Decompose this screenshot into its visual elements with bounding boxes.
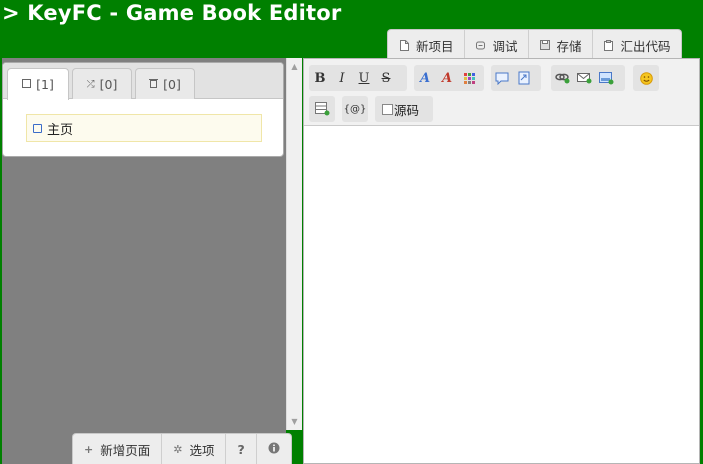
debug-button[interactable]: 调试 <box>465 30 529 60</box>
underline-button[interactable]: U <box>353 65 375 91</box>
text-color-button[interactable]: A <box>414 65 436 91</box>
tab-trash[interactable]: [0] <box>135 68 195 99</box>
strikethrough-button[interactable]: S <box>375 65 397 91</box>
page-icon <box>33 123 42 133</box>
scroll-up-arrow-icon[interactable]: ▲ <box>287 59 302 74</box>
left-panel: [1] ⤮ [0] [0] 主页 + 新增页面 ✲ 选项 ? <box>2 58 292 464</box>
export-code-button[interactable]: 汇出代码 <box>593 30 681 60</box>
editor: B I U S A A {@} 源码 <box>303 58 700 464</box>
tab-links-label: [0] <box>99 76 118 92</box>
scroll-down-arrow-icon[interactable]: ▼ <box>287 414 302 429</box>
chain-link-icon <box>554 73 569 84</box>
save-icon <box>539 39 551 51</box>
page-item-label: 主页 <box>47 122 74 138</box>
tab-pages[interactable]: [1] <box>7 68 69 100</box>
save-button[interactable]: 存储 <box>529 30 593 60</box>
bold-button[interactable]: B <box>309 65 331 91</box>
bottom-toolbar: + 新增页面 ✲ 选项 ? <box>72 433 292 464</box>
emoji-button[interactable] <box>633 65 659 91</box>
info-icon <box>268 442 280 457</box>
table-add-icon <box>314 102 329 116</box>
insert-group-2 <box>551 65 625 91</box>
page-tabs: [1] ⤮ [0] [0] <box>3 63 283 100</box>
top-toolbar: 新项目 调试 存储 汇出代码 <box>387 29 682 60</box>
debug-icon <box>475 39 487 51</box>
page-item-home[interactable]: 主页 <box>26 114 262 142</box>
comment-button[interactable] <box>491 65 513 91</box>
plus-icon: + <box>84 442 94 456</box>
app-title: > KeyFC - Game Book Editor <box>2 1 342 25</box>
insert-image-button[interactable] <box>595 65 617 91</box>
color-palette-button[interactable] <box>458 65 480 91</box>
options-button[interactable]: ✲ 选项 <box>162 434 227 464</box>
text-color-icon: A <box>419 70 431 86</box>
left-scrollbar[interactable]: ▲ ▼ <box>286 58 302 430</box>
envelope-icon <box>576 73 591 84</box>
editor-content-area[interactable] <box>304 126 699 463</box>
add-page-button[interactable]: + 新增页面 <box>73 434 163 464</box>
format-group: B I U S <box>309 65 407 91</box>
debug-label: 调试 <box>492 38 518 54</box>
shuffle-icon: ⤮ <box>86 78 95 90</box>
help-button[interactable]: ? <box>226 434 257 464</box>
page-icon <box>22 78 32 91</box>
image-icon <box>598 71 613 84</box>
new-project-label: 新项目 <box>416 38 454 54</box>
link-page-icon <box>518 71 530 85</box>
smiley-icon <box>639 71 653 85</box>
source-label: 源码 <box>394 102 420 118</box>
tab-pages-label: [1] <box>36 77 54 92</box>
clipboard-icon <box>603 39 615 51</box>
help-icon: ? <box>237 441 245 457</box>
source-group: 源码 <box>375 96 433 122</box>
tab-links[interactable]: ⤮ [0] <box>72 68 132 99</box>
add-page-label: 新增页面 <box>100 442 151 458</box>
insert-group-1 <box>491 65 541 91</box>
font-style-button[interactable]: A <box>436 65 458 91</box>
new-project-button[interactable]: 新项目 <box>388 30 465 60</box>
insert-email-button[interactable] <box>573 65 595 91</box>
insert-table-button[interactable] <box>309 96 335 122</box>
table-group <box>309 96 335 122</box>
speech-bubble-icon <box>495 72 509 85</box>
editor-toolbar: B I U S A A {@} 源码 <box>304 59 699 126</box>
trash-icon <box>149 78 159 91</box>
italic-button[interactable]: I <box>331 65 353 91</box>
source-checkbox[interactable] <box>382 103 393 115</box>
insert-variable-button[interactable]: {@} <box>342 96 368 122</box>
variable-group: {@} <box>342 96 368 122</box>
tab-trash-label: [0] <box>163 76 181 92</box>
font-style-icon: A <box>441 70 453 86</box>
options-label: 选项 <box>189 442 215 458</box>
variable-icon: {@} <box>343 103 367 115</box>
export-code-label: 汇出代码 <box>620 38 671 54</box>
new-file-icon <box>398 39 410 51</box>
source-toggle[interactable]: 源码 <box>375 96 426 122</box>
save-label: 存储 <box>556 38 582 54</box>
emoji-group <box>633 65 659 91</box>
insert-link-button[interactable] <box>513 65 535 91</box>
gear-icon: ✲ <box>173 442 183 456</box>
hyperlink-button[interactable] <box>551 65 573 91</box>
color-palette-icon <box>463 72 475 84</box>
color-group: A A <box>414 65 484 91</box>
info-button[interactable] <box>257 434 291 464</box>
pages-panel: [1] ⤮ [0] [0] 主页 <box>2 62 284 157</box>
